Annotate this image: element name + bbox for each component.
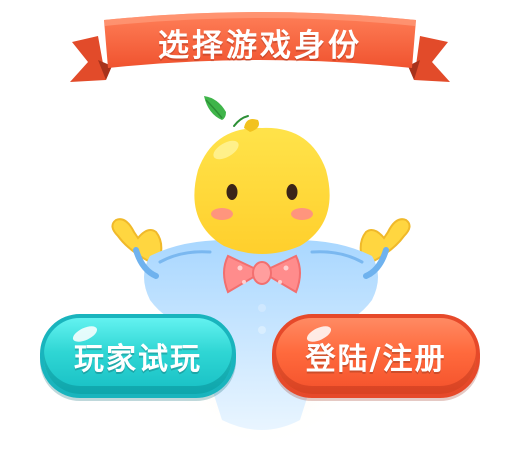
background-art [70,12,450,450]
page-title: 选择游戏身份 [158,27,362,64]
login-register-button[interactable]: 登陆/注册 [272,314,480,398]
guest-trial-label: 玩家试玩 [74,342,202,377]
guest-trial-button[interactable]: 玩家试玩 [40,314,236,398]
identity-select-screen: 选择游戏身份 玩家试玩 登陆/注册 [0,0,521,469]
login-register-label: 登陆/注册 [305,342,447,377]
